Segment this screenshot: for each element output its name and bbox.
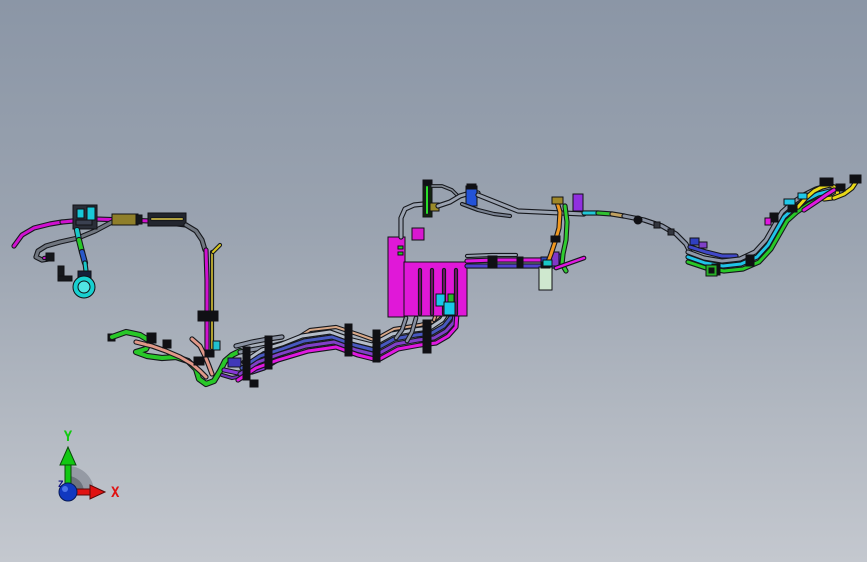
harness-segment — [57, 275, 73, 282]
x-axis-label: X — [111, 485, 120, 501]
harness-segment — [162, 339, 172, 349]
harness-segment — [45, 252, 55, 262]
harness-segment — [204, 349, 215, 358]
axis-triad[interactable]: Z Y X — [20, 425, 150, 545]
harness-segment — [249, 379, 259, 388]
harness-segment — [819, 177, 834, 187]
harness-segment — [466, 183, 477, 190]
harness-segment — [146, 332, 157, 344]
y-axis-label: Y — [64, 429, 73, 445]
harness-segment — [397, 245, 404, 250]
harness-segment — [411, 227, 425, 241]
harness-segment — [551, 196, 564, 205]
harness-segment — [135, 214, 143, 225]
harness-segment — [783, 198, 796, 206]
harness-segment — [193, 356, 205, 366]
harness-segment — [689, 237, 700, 246]
harness-segment — [111, 213, 139, 226]
harness-segment — [745, 254, 755, 267]
harness-segment — [197, 310, 219, 322]
harness-segment — [487, 255, 498, 269]
harness-segment — [242, 346, 251, 381]
harness-segment — [698, 241, 708, 249]
harness-segment — [653, 221, 661, 229]
z-axis-sphere — [58, 482, 78, 502]
harness-segment — [667, 228, 675, 236]
harness-segment — [397, 251, 404, 256]
harness-segment — [708, 267, 715, 274]
harness-segment — [344, 323, 353, 357]
cad-viewport[interactable]: Z Y X — [0, 0, 867, 562]
harness-segment — [465, 258, 550, 263]
z-axis-sphere-highlight — [62, 486, 68, 492]
harness-segment — [183, 222, 208, 253]
harness-segment — [835, 183, 846, 192]
harness-segment — [422, 179, 433, 186]
harness-segment — [443, 301, 456, 316]
harness-segment — [83, 261, 88, 273]
harness-segment — [764, 217, 772, 226]
harness-segment — [77, 280, 91, 294]
harness-segment — [516, 256, 524, 269]
harness-segment — [76, 208, 85, 219]
harness-segment — [422, 319, 432, 354]
harness-segment — [550, 235, 561, 243]
harness-segment — [797, 192, 808, 200]
harness-segment — [849, 174, 862, 184]
harness-segment — [227, 357, 242, 368]
harness-segment — [204, 248, 209, 352]
harness-segment — [86, 206, 96, 221]
harness-segment — [264, 335, 273, 370]
harness-segment — [372, 329, 381, 363]
harness-segment — [212, 340, 221, 351]
harness-segment — [633, 215, 643, 225]
harness-segment — [75, 219, 93, 226]
harness-segment — [542, 259, 553, 267]
harness-segment — [538, 266, 553, 291]
harness-segment — [572, 193, 584, 212]
